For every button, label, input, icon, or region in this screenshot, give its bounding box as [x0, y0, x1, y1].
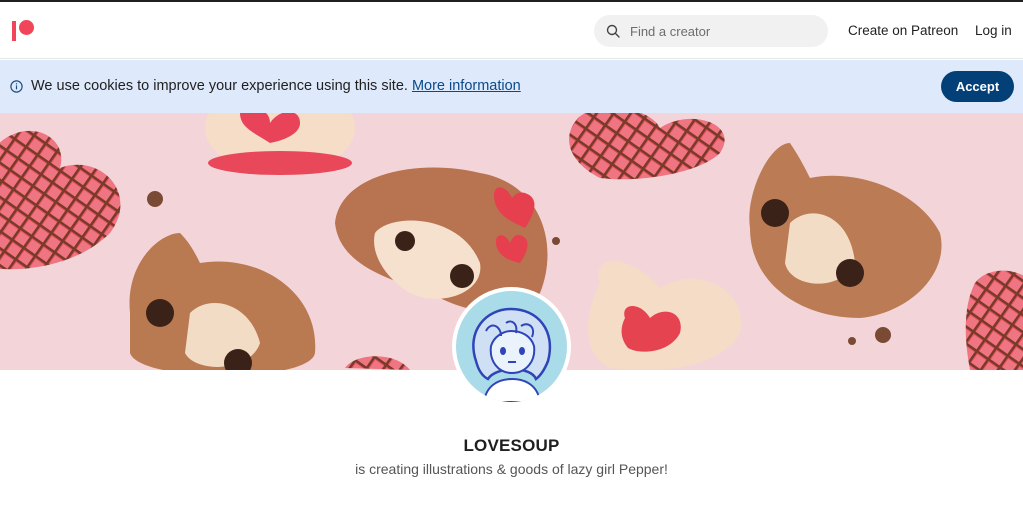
search-input[interactable]: [630, 23, 810, 39]
logo-bar: [12, 21, 16, 41]
cookie-message-text: We use cookies to improve your experienc…: [31, 78, 408, 94]
top-navigation: Create on Patreon Log in: [0, 2, 1023, 59]
log-in-link[interactable]: Log in: [975, 23, 1012, 38]
patreon-logo[interactable]: [11, 19, 37, 43]
more-information-link[interactable]: More information: [412, 78, 521, 94]
search-box[interactable]: [594, 15, 828, 47]
avatar-image: [456, 291, 567, 402]
creator-name: LOVESOUP: [463, 436, 560, 455]
info-icon: [10, 80, 23, 93]
cookie-banner: We use cookies to improve your experienc…: [0, 60, 1023, 113]
create-on-patreon-link[interactable]: Create on Patreon: [848, 23, 958, 38]
avatar-illustration: [472, 307, 552, 402]
cookie-message: We use cookies to improve your experienc…: [31, 78, 521, 94]
creator-tagline: is creating illustrations & goods of laz…: [355, 461, 668, 477]
accept-cookies-button[interactable]: Accept: [941, 71, 1014, 102]
logo-circle: [19, 20, 34, 35]
creator-avatar[interactable]: [452, 287, 571, 406]
search-icon: [606, 24, 620, 38]
